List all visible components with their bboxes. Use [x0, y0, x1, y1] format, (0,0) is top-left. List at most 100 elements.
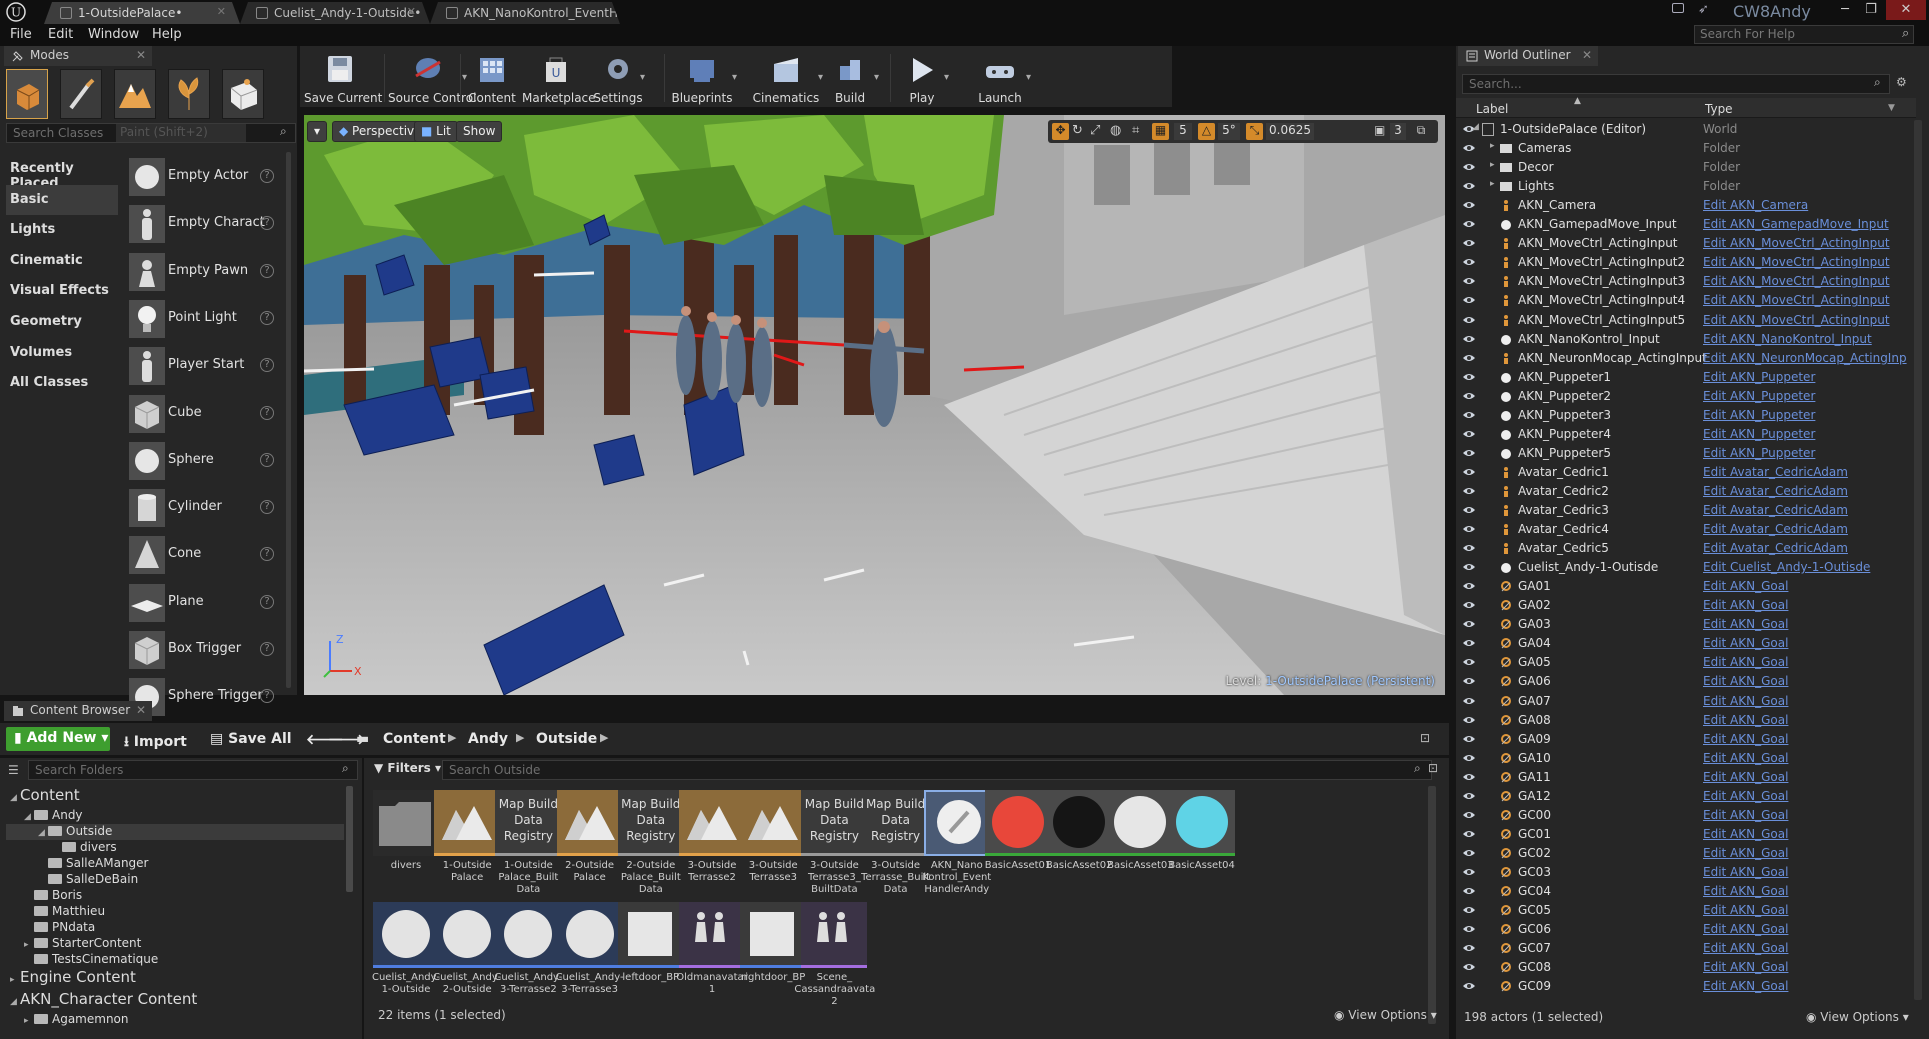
outliner-row[interactable]: Avatar_Cedric4 Edit Avatar_CedricAdam	[1456, 520, 1908, 539]
breadcrumb-content[interactable]: Content	[383, 731, 446, 747]
outliner-row-type[interactable]: Edit AKN_MoveCtrl_ActingInput	[1703, 255, 1890, 269]
outliner-row[interactable]: GA01 Edit AKN_Goal	[1456, 577, 1908, 596]
expand-arrow-icon[interactable]: ▸	[1490, 179, 1495, 189]
visibility-eye-icon[interactable]	[1462, 295, 1476, 305]
outliner-row[interactable]: AKN_MoveCtrl_ActingInput Edit AKN_MoveCtr…	[1456, 234, 1908, 253]
place-item-sphere[interactable]: Sphere?	[126, 438, 284, 484]
outliner-row[interactable]: GC03 Edit AKN_Goal	[1456, 863, 1908, 882]
outliner-row-type[interactable]: Edit AKN_Puppeter	[1703, 389, 1815, 403]
outliner-search-input[interactable]: Search...	[1462, 74, 1890, 94]
modes-tab[interactable]: Modes ✕	[4, 46, 152, 66]
viewport-options-button[interactable]: ▾	[307, 121, 327, 142]
expand-arrow-icon[interactable]: ◢	[38, 828, 48, 838]
type-column-header[interactable]: Type	[1705, 102, 1733, 116]
outliner-row-type[interactable]: Edit AKN_Puppeter	[1703, 446, 1815, 460]
outliner-row[interactable]: Avatar_Cedric1 Edit Avatar_CedricAdam	[1456, 463, 1908, 482]
rotate-tool-icon[interactable]: ↻	[1072, 123, 1083, 138]
close-tab-icon[interactable]: ✕	[217, 5, 226, 18]
source-control-button[interactable]: Source Control	[388, 50, 476, 106]
add-new-button[interactable]: ▮ Add New ▾	[6, 727, 110, 751]
rotation-snap-value[interactable]: 5°	[1218, 123, 1240, 140]
visibility-eye-icon[interactable]	[1462, 715, 1476, 725]
grid-snap-value[interactable]: 5	[1174, 123, 1192, 140]
category-geometry[interactable]: Geometry	[6, 307, 118, 337]
breadcrumb-separator-icon[interactable]: ▶	[600, 731, 608, 744]
chevron-down-icon[interactable]: ▾	[944, 72, 949, 83]
world-outliner-tab[interactable]: World Outliner ✕	[1458, 46, 1598, 66]
chevron-down-icon[interactable]: ▼	[1888, 103, 1895, 113]
visibility-eye-icon[interactable]	[1462, 619, 1476, 629]
settings-button[interactable]: Settings	[590, 50, 646, 106]
save-current-button[interactable]: Save Current	[304, 50, 382, 106]
asset-tile[interactable]: BasicAsset04	[1166, 790, 1238, 900]
outliner-row[interactable]: GA10 Edit AKN_Goal	[1456, 749, 1908, 768]
outliner-row[interactable]: AKN_Camera Edit AKN_Camera	[1456, 196, 1908, 215]
help-icon[interactable]: ?	[260, 642, 274, 656]
lit-button[interactable]: ■ Lit	[414, 121, 458, 142]
folder-tree-item[interactable]: SalleAManger	[6, 856, 344, 872]
chevron-down-icon[interactable]: ▾	[732, 72, 737, 83]
help-icon[interactable]: ?	[260, 263, 274, 278]
lock-icon[interactable]: ⊡	[1420, 731, 1430, 745]
place-item-empty-pawn[interactable]: Empty Pawn?	[126, 249, 284, 295]
outliner-row-type[interactable]: Edit AKN_Goal	[1703, 770, 1788, 784]
place-item-plane[interactable]: Plane?	[126, 580, 284, 626]
folder-tree-scrollbar[interactable]	[346, 786, 353, 892]
folder-tree-item[interactable]: ▸ StarterContent	[6, 936, 344, 952]
visibility-eye-icon[interactable]	[1462, 162, 1476, 172]
place-item-box-trigger[interactable]: Box Trigger?	[126, 627, 284, 673]
visibility-eye-icon[interactable]	[1462, 353, 1476, 363]
breadcrumb-separator-icon[interactable]: ▶	[516, 731, 524, 744]
outliner-row[interactable]: Cuelist_Andy-1-Outisde Edit Cuelist_Andy-…	[1456, 558, 1908, 577]
help-search-input[interactable]: Search For Help	[1694, 25, 1914, 44]
modes-scrollbar[interactable]	[286, 152, 291, 688]
category-cinematic[interactable]: Cinematic	[6, 246, 118, 276]
maximize-viewport-icon[interactable]: ⧉	[1412, 123, 1430, 140]
visibility-eye-icon[interactable]	[1462, 734, 1476, 744]
show-button[interactable]: Show	[456, 121, 503, 142]
outliner-row-type[interactable]: Edit Avatar_CedricAdam	[1703, 484, 1848, 498]
save-all-button[interactable]: ▤ Save All	[210, 731, 292, 747]
outliner-row-type[interactable]: Edit AKN_Goal	[1703, 751, 1788, 765]
visibility-eye-icon[interactable]	[1462, 848, 1476, 858]
visibility-eye-icon[interactable]	[1462, 829, 1476, 839]
menu-window[interactable]: Window	[88, 27, 139, 42]
lock-icon[interactable]: ⊡	[1428, 761, 1438, 775]
outliner-row-type[interactable]: Edit AKN_Goal	[1703, 960, 1788, 974]
visibility-eye-icon[interactable]	[1462, 467, 1476, 477]
category-volumes[interactable]: Volumes	[6, 338, 118, 368]
help-icon[interactable]: ?	[260, 310, 274, 325]
expand-arrow-icon[interactable]: ▸	[10, 975, 20, 985]
visibility-eye-icon[interactable]	[1462, 448, 1476, 458]
outliner-row-type[interactable]: Edit AKN_MoveCtrl_ActingInput	[1703, 274, 1890, 288]
outliner-row[interactable]: GC02 Edit AKN_Goal	[1456, 844, 1908, 863]
folder-tree-item[interactable]: Boris	[6, 888, 344, 904]
visibility-eye-icon[interactable]	[1462, 257, 1476, 267]
visibility-eye-icon[interactable]	[1462, 962, 1476, 972]
outliner-row-type[interactable]: Edit AKN_Camera	[1703, 198, 1808, 212]
visibility-eye-icon[interactable]	[1462, 581, 1476, 591]
visibility-eye-icon[interactable]	[1462, 410, 1476, 420]
outliner-row-type[interactable]: Edit AKN_Goal	[1703, 579, 1788, 593]
outliner-row-type[interactable]: Edit AKN_Goal	[1703, 674, 1788, 688]
document-tab-level[interactable]: 1-OutsidePalace• ✕	[44, 2, 240, 24]
help-icon[interactable]: ?	[260, 169, 274, 183]
outliner-row[interactable]: GA09 Edit AKN_Goal	[1456, 730, 1908, 749]
help-icon[interactable]: ?	[260, 547, 274, 562]
menu-edit[interactable]: Edit	[48, 27, 73, 42]
scale-snap-value[interactable]: 0.0625	[1266, 123, 1314, 140]
outliner-row[interactable]: GA05 Edit AKN_Goal	[1456, 653, 1908, 672]
visibility-eye-icon[interactable]	[1462, 867, 1476, 877]
chevron-down-icon[interactable]: ▾	[640, 72, 645, 83]
level-viewport[interactable]: ▾ ◆ Perspective ■ Lit Show ✥ ↻ ⤢ ◍ ⌗ ▦ 5…	[304, 115, 1445, 695]
outliner-view-options[interactable]: ◉ View Options ▾	[1806, 1010, 1909, 1024]
visibility-eye-icon[interactable]	[1462, 696, 1476, 706]
document-tab-cuelist[interactable]: Cuelist_Andy-1-Outside• ✕	[240, 2, 430, 24]
visibility-eye-icon[interactable]	[1462, 753, 1476, 763]
outliner-row-type[interactable]: Edit AKN_Puppeter	[1703, 427, 1815, 441]
build-button[interactable]: Build	[820, 50, 880, 106]
outliner-row-type[interactable]: Edit AKN_NanoKontrol_Input	[1703, 332, 1872, 346]
outliner-row[interactable]: GA02 Edit AKN_Goal	[1456, 596, 1908, 615]
foliage-mode-button[interactable]	[168, 69, 210, 119]
outliner-row[interactable]: AKN_MoveCtrl_ActingInput3 Edit AKN_MoveCt…	[1456, 272, 1908, 291]
